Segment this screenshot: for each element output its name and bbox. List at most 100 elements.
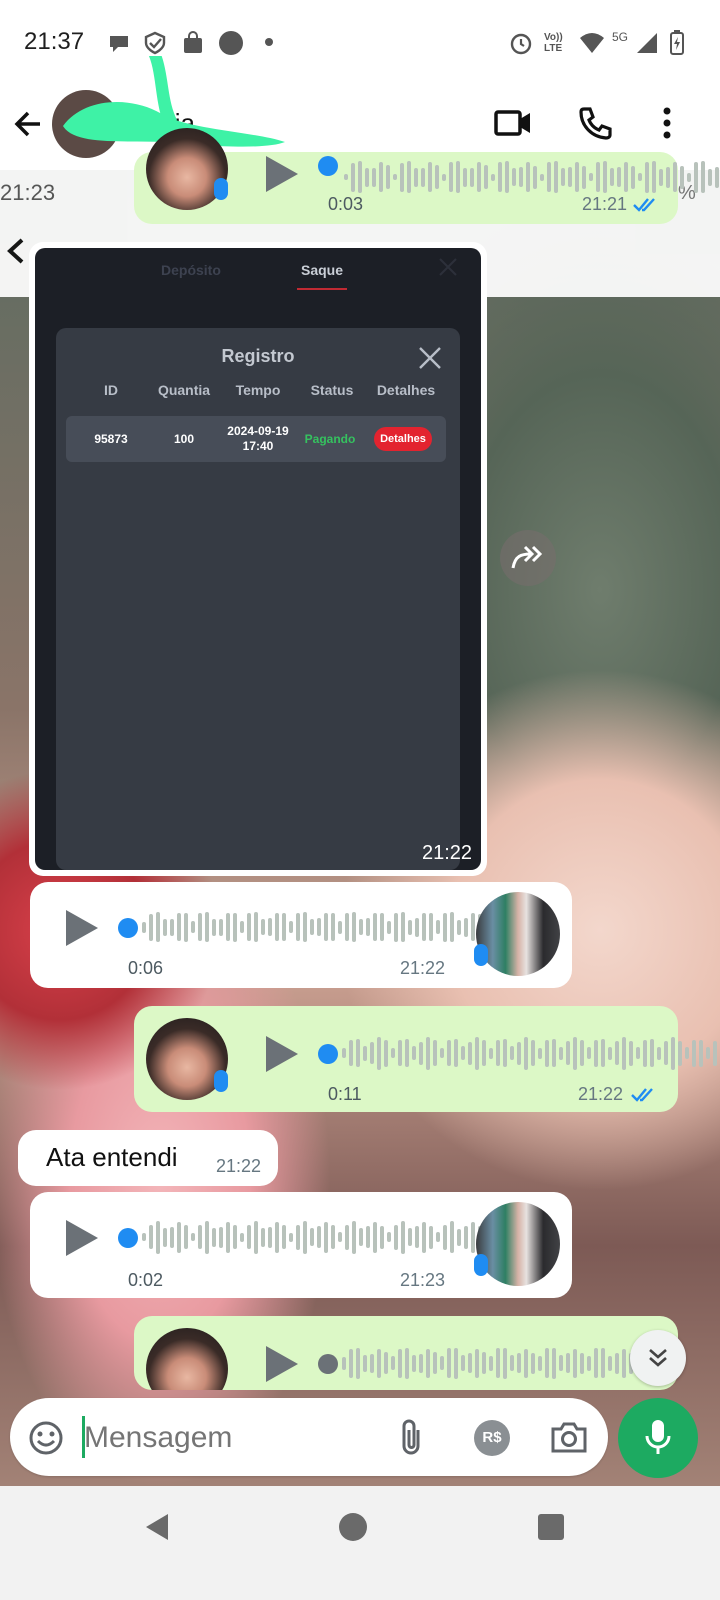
waveform-bar (198, 1225, 202, 1249)
waveform-bar (510, 1046, 514, 1060)
attach-icon[interactable] (398, 1418, 426, 1458)
waveform-bar (447, 1348, 451, 1378)
back-arrow-icon[interactable] (12, 108, 44, 140)
waveform-bar (443, 912, 447, 942)
voice-message-outgoing-3[interactable] (134, 1316, 678, 1390)
waveform-bar (475, 1348, 479, 1378)
message-input[interactable] (82, 1414, 386, 1462)
waveform-bar (324, 1221, 328, 1253)
waveform-bar (393, 174, 397, 180)
more-options-icon[interactable] (660, 106, 674, 140)
waveform-bar (310, 1228, 314, 1246)
scroll-down-button[interactable] (630, 1330, 686, 1386)
waveform-bar (484, 165, 488, 189)
playback-position-dot[interactable] (318, 1044, 338, 1064)
voice-message-incoming-1[interactable]: 0:06 21:22 (30, 882, 572, 988)
row-id: 95873 (94, 432, 128, 446)
waveform-bar (454, 1039, 458, 1067)
waveform-bar (426, 1036, 430, 1070)
camera-icon[interactable] (550, 1420, 588, 1454)
play-button[interactable] (66, 910, 98, 946)
playback-position-dot[interactable] (118, 918, 138, 938)
waveform-bar (713, 1040, 717, 1066)
voice-message-outgoing-1[interactable]: 0:03 21:21 (134, 128, 719, 224)
shopping-bag-icon (180, 30, 206, 56)
waveform-bar (282, 1225, 286, 1249)
modal-close-icon (419, 347, 441, 369)
message-composer: R$ (10, 1398, 608, 1476)
play-button[interactable] (266, 156, 298, 192)
play-button[interactable] (266, 1346, 298, 1382)
waveform-bar (594, 1039, 598, 1067)
waveform-bar (303, 1220, 307, 1254)
playback-position-dot[interactable] (318, 156, 338, 176)
nav-back-icon[interactable] (142, 1512, 172, 1542)
waveform-bar (356, 1039, 360, 1067)
waveform-bar (580, 1352, 584, 1374)
video-call-icon[interactable] (494, 106, 532, 140)
nav-home-icon[interactable] (338, 1512, 368, 1542)
voice-message-outgoing-2[interactable]: 0:11 21:22 (134, 1006, 717, 1112)
waveform-bar (573, 1348, 577, 1378)
waveform-bar (352, 912, 356, 942)
waveform-bar (650, 1039, 654, 1067)
waveform-bar (405, 1347, 409, 1379)
waveform-bar (349, 1348, 353, 1378)
waveform-bar (505, 161, 509, 193)
nav-recents-icon[interactable] (537, 1513, 565, 1541)
registro-modal: Registro ID Quantia Tempo Status Detalhe… (56, 328, 460, 870)
sender-avatar (476, 892, 560, 976)
waveform-bar (412, 1046, 416, 1060)
waveform-bar (468, 1041, 472, 1065)
network-type: 5G (612, 30, 629, 44)
play-button[interactable] (266, 1036, 298, 1072)
waveform-bar (342, 1356, 346, 1370)
phone-call-icon[interactable] (578, 106, 612, 140)
waveform-bar (407, 161, 411, 193)
waveform-bar (408, 919, 412, 935)
waveform-bar (342, 1048, 346, 1058)
record-voice-button[interactable] (618, 1398, 698, 1478)
waveform-bar (533, 165, 537, 189)
play-button[interactable] (66, 1220, 98, 1256)
forward-button[interactable] (500, 530, 556, 586)
waveform-bar (401, 912, 405, 942)
waveform-bar (657, 1046, 661, 1060)
waveform-bar (191, 921, 195, 933)
waveform-bar (377, 1348, 381, 1378)
emoji-icon[interactable] (28, 1420, 64, 1456)
column-quantia: Quantia (157, 382, 211, 398)
playback-position-dot[interactable] (118, 1228, 138, 1248)
waveform-bar (351, 162, 355, 192)
waveform-bar (170, 1226, 174, 1248)
waveform-bar (429, 1225, 433, 1249)
shield-check-icon (142, 30, 168, 56)
waveform-bar (433, 1040, 437, 1066)
payment-button[interactable]: R$ (474, 1420, 510, 1456)
waveform-bar (638, 173, 642, 181)
waveform-bar (419, 1041, 423, 1065)
image-time: 21:22 (422, 842, 473, 864)
waveform-bar (580, 1040, 584, 1066)
waveform-bar (170, 918, 174, 936)
column-status: Status (310, 382, 354, 398)
waveform-bar (380, 913, 384, 941)
voice-message-incoming-2[interactable]: 0:02 21:23 (30, 1192, 572, 1298)
volte-indicator: Vo)) LTE (544, 32, 563, 54)
waveform-bar (398, 1040, 402, 1066)
waveform-bar (449, 162, 453, 192)
waveform-bar (282, 913, 286, 941)
row-status: Pagando (304, 432, 356, 446)
waveform-bar (643, 1039, 647, 1067)
waveform (342, 1340, 678, 1386)
waveform-bar (471, 1221, 475, 1253)
waveform-bar (345, 913, 349, 941)
text-message-incoming[interactable]: Ata entendi 21:22 (18, 1130, 278, 1186)
waveform-bar (664, 1041, 668, 1065)
waveform-bar (573, 1036, 577, 1070)
strip-time: 21:23 (0, 180, 56, 205)
waveform-bar (184, 1225, 188, 1249)
waveform-bar (394, 912, 398, 942)
waveform-bar (289, 1232, 293, 1242)
playback-position-dot[interactable] (318, 1354, 338, 1374)
